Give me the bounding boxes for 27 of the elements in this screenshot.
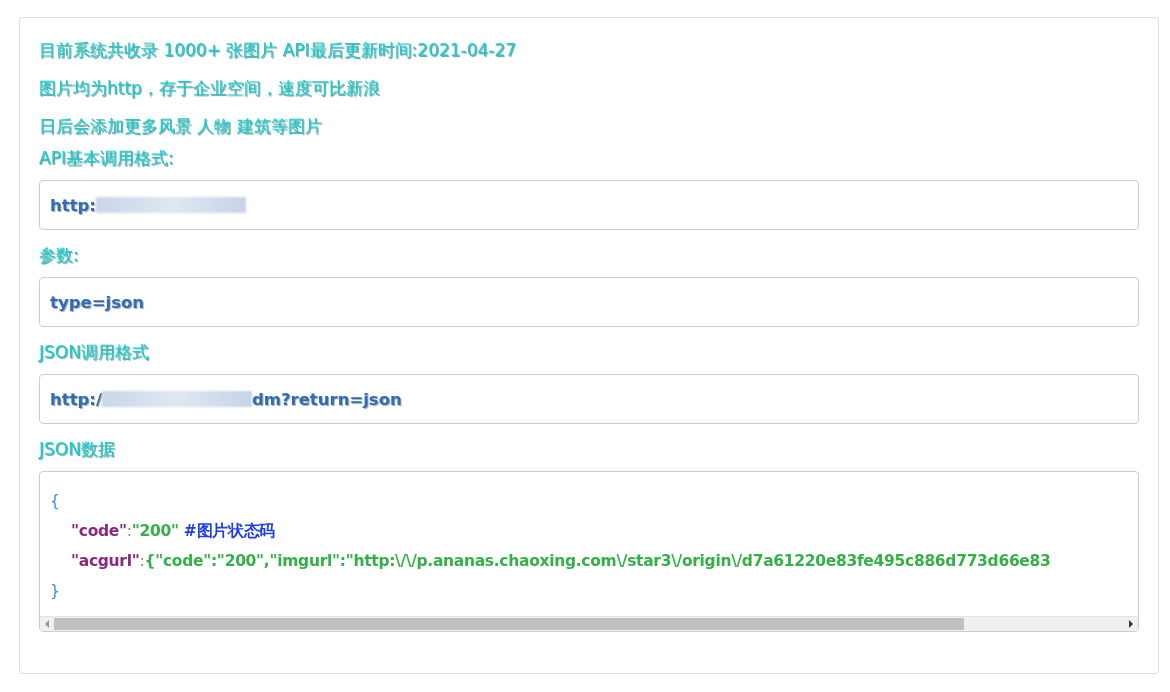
scroll-left-icon[interactable] <box>45 620 49 628</box>
section-heading: API基本调用格式: <box>39 147 175 170</box>
info-text: 日后会添加更多风景 人物 建筑等图片 <box>39 115 323 138</box>
horizontal-scrollbar[interactable] <box>40 616 1138 631</box>
json-key: "code" <box>71 522 127 540</box>
json-value: "200" <box>131 522 179 540</box>
url-field[interactable]: http:/ dm?return=json <box>39 374 1139 424</box>
field-text: http: <box>50 195 96 215</box>
json-key: "acgurl" <box>71 552 140 570</box>
url-field[interactable]: type=json <box>39 277 1139 327</box>
colon-text: : <box>126 522 132 540</box>
scrollbar-thumb[interactable] <box>54 618 964 630</box>
field-text: http:/ <box>50 389 102 409</box>
field-text: dm?return=json <box>251 389 402 409</box>
info-text: 目前系统共收录 1000+ 张图片 API最后更新时间:2021-04-27 <box>39 39 518 62</box>
colon-text: : <box>139 552 145 570</box>
json-value: {"code":"200","imgurl":"http:\/\/p.ananas.chaoxing.com\/star3\/origin\/d7a61220e83fe495c886d773d66e83 <box>144 552 1051 570</box>
info-text: 图片均为http，存于企业空间，速度可比新浪 <box>39 77 381 100</box>
url-field[interactable]: http: <box>39 180 1139 230</box>
scroll-right-icon[interactable] <box>1129 620 1133 628</box>
brace-text: { <box>50 492 60 510</box>
code-comment: #图片状态码 <box>183 522 276 540</box>
section-heading: 参数: <box>39 244 80 267</box>
section-heading: JSON调用格式 <box>39 341 150 364</box>
field-text: type=json <box>50 292 145 312</box>
brace-text: } <box>50 582 60 600</box>
section-heading: JSON数据 <box>39 438 116 461</box>
